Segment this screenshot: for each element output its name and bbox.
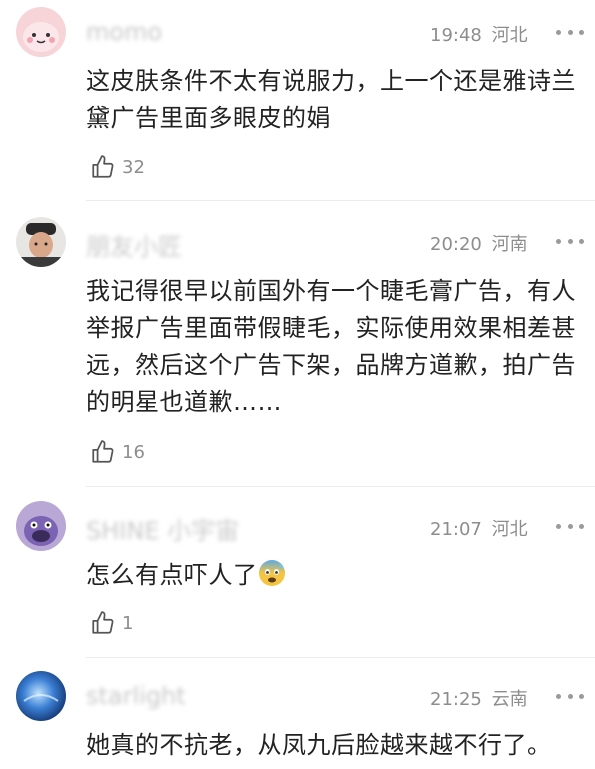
like-count: 16 (122, 441, 145, 463)
dot-icon (579, 29, 584, 35)
comment-text: 怎么有点吓人了 (86, 557, 586, 594)
comment-region: 河南 (491, 234, 528, 255)
comment-meta: 21:07 河北 (430, 515, 528, 541)
comment-time: 21:25 (430, 689, 482, 710)
dot-icon (556, 238, 561, 244)
divider (86, 657, 595, 658)
like-button[interactable]: 32 (90, 154, 145, 180)
man-in-cap-photo-icon (16, 217, 66, 267)
comment-text: 我记得很早以前国外有一个睫毛膏广告，有人举报广告里面带假睫毛，实际使用效果相差甚… (86, 277, 576, 416)
dot-icon (567, 693, 573, 699)
divider (86, 486, 595, 487)
comment-text: 她真的不抗老，从凤九后脸越来越不行了。 (86, 731, 552, 759)
avatar[interactable] (16, 217, 66, 267)
anxious-face-with-sweat-icon (258, 560, 285, 586)
dot-icon (567, 238, 573, 244)
avatar[interactable] (16, 671, 66, 721)
dot-icon (579, 523, 584, 529)
more-options-button[interactable] (556, 27, 584, 37)
dot-icon (556, 29, 561, 35)
divider (86, 200, 595, 201)
comment-time: 21:07 (430, 519, 482, 540)
avatar[interactable] (16, 501, 66, 551)
comment-text-content: 怎么有点吓人了 (86, 561, 258, 589)
thumbs-up-icon (92, 611, 114, 634)
like-count: 1 (122, 612, 134, 634)
thumbs-up-icon (92, 155, 114, 178)
like-button[interactable]: 16 (90, 439, 145, 465)
more-options-button[interactable] (556, 236, 584, 246)
dot-icon (579, 238, 584, 244)
comment-time: 20:20 (430, 234, 482, 255)
more-options-button[interactable] (556, 691, 584, 701)
like-count: 32 (122, 156, 145, 178)
thumbs-up-icon (92, 440, 114, 463)
comment-time: 19:48 (430, 25, 482, 46)
comment-region: 云南 (491, 689, 528, 710)
comment-text: 这皮肤条件不太有说服力，上一个还是雅诗兰黛广告里面多眼皮的娟 (86, 67, 576, 132)
username[interactable]: SHINE 小宇宙 (86, 511, 239, 546)
comment-region: 河北 (491, 519, 528, 540)
comment-meta: 20:20 河南 (430, 230, 528, 256)
username[interactable]: starlight (86, 682, 186, 710)
like-button[interactable]: 1 (90, 610, 133, 636)
avatar[interactable] (16, 7, 66, 57)
purple-monster-cartoon-icon (16, 501, 66, 551)
more-options-button[interactable] (556, 521, 584, 531)
comment-meta: 21:25 云南 (430, 685, 528, 711)
dot-icon (556, 693, 561, 699)
pink-cartoon-face-icon (16, 7, 66, 57)
comment-region: 河北 (491, 25, 528, 46)
username[interactable]: momo (86, 18, 162, 46)
comment-meta: 19:48 河北 (430, 21, 528, 47)
dot-icon (567, 29, 573, 35)
blue-ocean-picture-icon (16, 671, 66, 721)
dot-icon (567, 523, 573, 529)
dot-icon (556, 523, 561, 529)
dot-icon (579, 693, 584, 699)
username[interactable]: 朋友小匠 (86, 227, 182, 262)
